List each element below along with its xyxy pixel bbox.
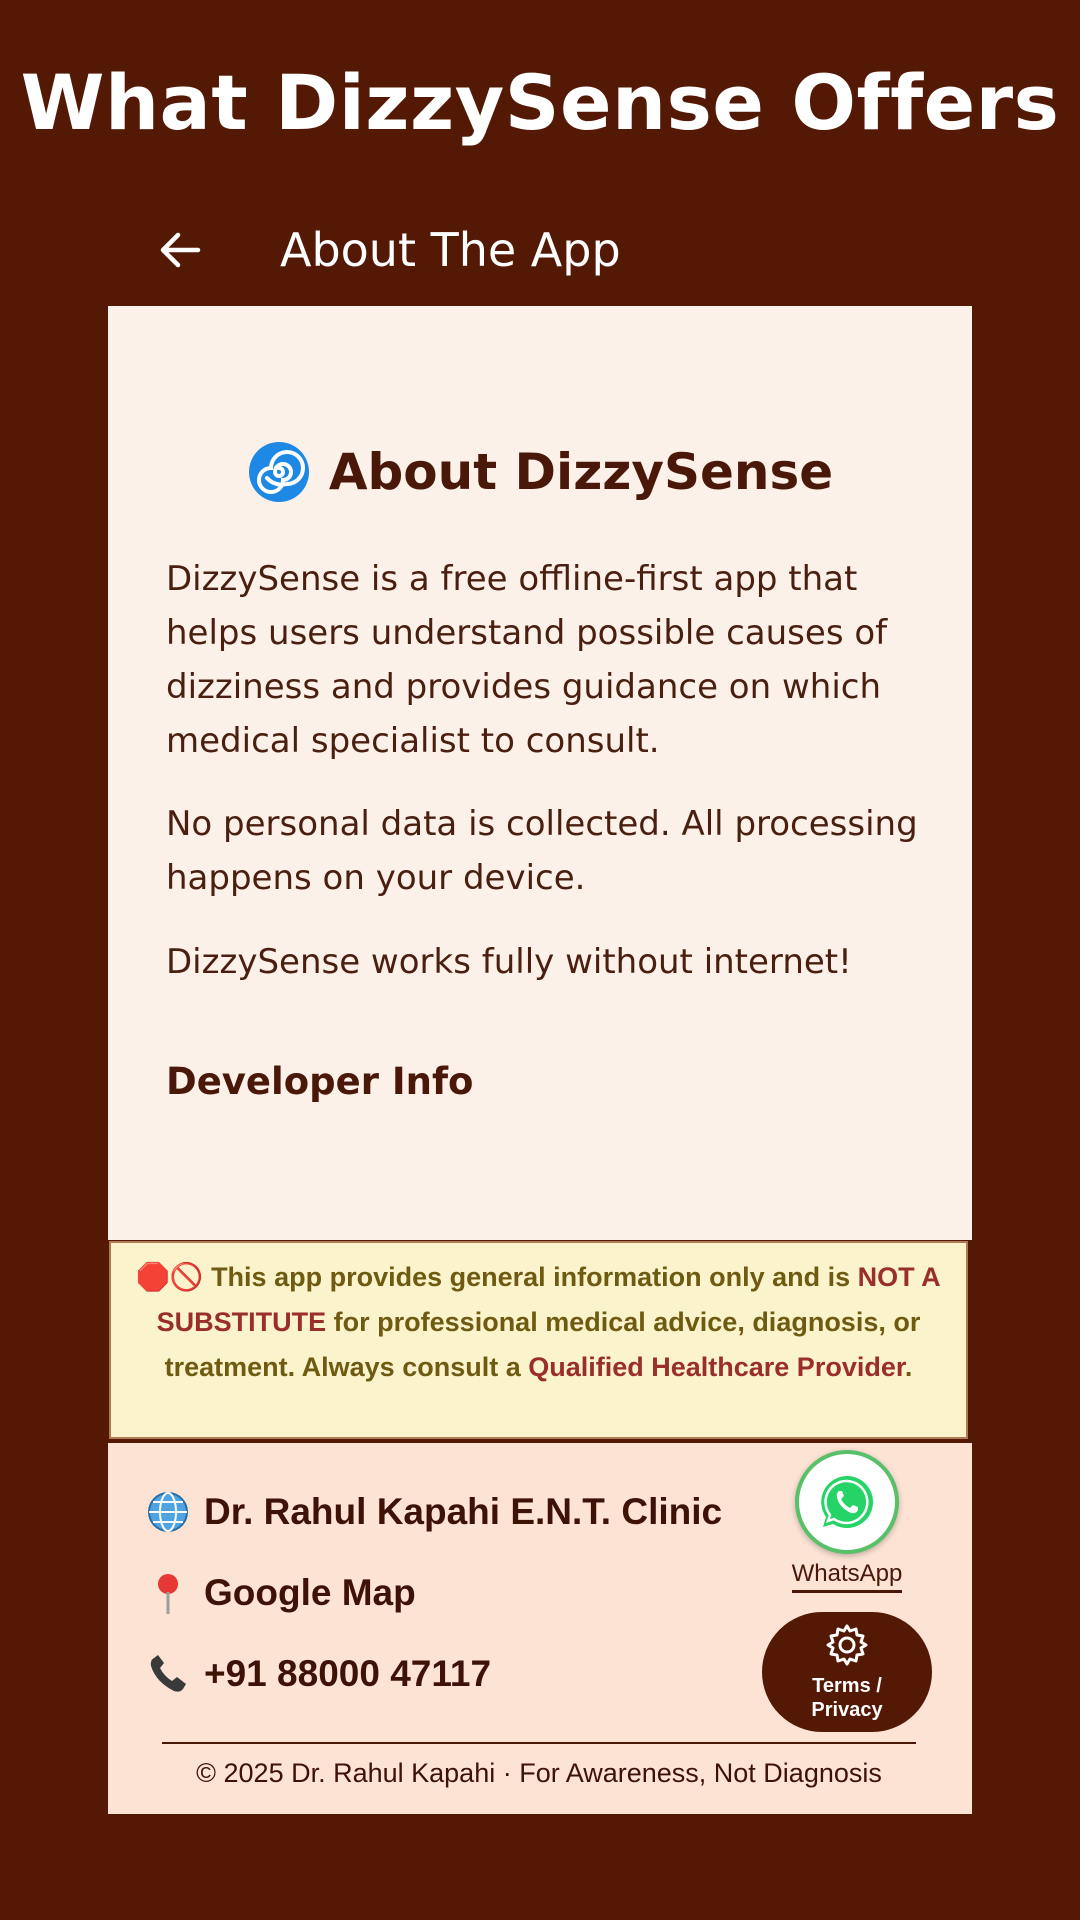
google-map-label: Google Map [204,1572,416,1613]
about-heading: About DizzySense [0,440,1080,504]
terms-label-line1: Terms / [812,1675,882,1697]
disclaimer-banner: 🛑🚫 This app provides general information… [109,1241,968,1439]
map-pin-icon [146,1570,192,1616]
cyclone-icon [247,440,311,504]
arrow-left-icon [160,232,201,268]
whatsapp-button[interactable]: WhatsApp [780,1450,914,1593]
page-title: About The App [280,223,621,277]
stop-icons: 🛑🚫 [136,1262,204,1292]
back-button[interactable] [130,200,230,300]
app-bar: About The App [108,200,972,300]
footer-divider [162,1742,916,1744]
developer-info-heading: Developer Info [166,1060,474,1103]
about-paragraph-2: No personal data is collected. All proce… [166,804,918,898]
phone-number: +91 88000 47117 [204,1653,492,1694]
gear-icon [826,1624,868,1666]
phone-link[interactable]: +91 88000 47117 [146,1652,491,1696]
globe-icon [146,1490,192,1534]
whatsapp-label: WhatsApp [791,1560,903,1593]
clinic-link-label: Dr. Rahul Kapahi E.N.T. Clinic [204,1491,723,1532]
terms-privacy-button[interactable]: Terms / Privacy [762,1612,932,1732]
whatsapp-icon [795,1450,899,1554]
about-heading-text: About DizzySense [328,443,834,501]
about-paragraph-1: DizzySense is a free offline-first app t… [166,559,888,761]
google-map-link[interactable]: Google Map [146,1570,416,1616]
terms-label-line2: Privacy [811,1699,883,1721]
promo-title: What DizzySense Offers [20,58,1060,147]
clinic-link[interactable]: Dr. Rahul Kapahi E.N.T. Clinic [146,1490,722,1534]
copyright-text: © 2025 Dr. Rahul Kapahi · For Awareness,… [196,1758,882,1788]
about-paragraph-3: DizzySense works fully without internet! [166,942,852,982]
phone-icon [146,1652,192,1696]
